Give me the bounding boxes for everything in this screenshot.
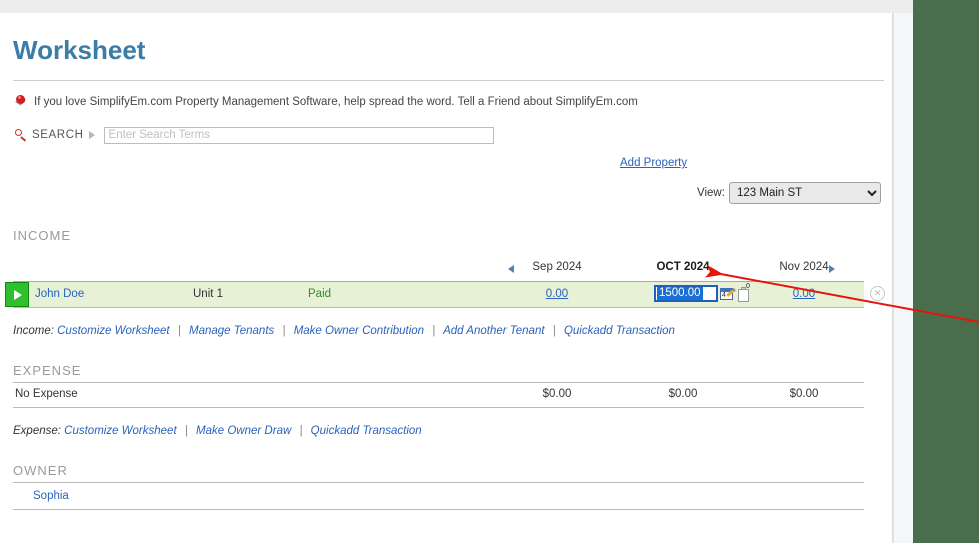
table-row: No Expense $0.00 $0.00 $0.00 xyxy=(13,383,864,408)
month-column-current: OCT 2024 xyxy=(638,261,728,273)
pushpin-icon xyxy=(13,95,28,110)
income-link-customize-worksheet[interactable]: Customize Worksheet xyxy=(57,325,169,337)
separator: | xyxy=(173,325,186,337)
current-month-amount-selected-text: 1500.00 xyxy=(657,287,703,300)
expense-link-make-owner-draw[interactable]: Make Owner Draw xyxy=(196,425,291,437)
separator: | xyxy=(277,325,290,337)
promo-text: If you love SimplifyEm.com Property Mana… xyxy=(34,96,638,108)
page-scrollbar-track-line xyxy=(893,13,894,543)
tenant-name-link[interactable]: John Doe xyxy=(35,288,84,300)
add-property-row: Add Property xyxy=(13,157,878,173)
triangle-right-icon xyxy=(14,290,22,300)
next-month-triangle-right-icon[interactable] xyxy=(829,265,835,273)
search-input[interactable] xyxy=(104,127,494,144)
expense-links-lead: Expense: xyxy=(13,425,61,437)
expense-link-quickadd-transaction[interactable]: Quickadd Transaction xyxy=(311,425,422,437)
separator: | xyxy=(294,425,307,437)
next-month-amount-link[interactable]: 0.00 xyxy=(759,288,849,300)
browser-top-strip xyxy=(0,0,913,13)
income-link-make-owner-contribution[interactable]: Make Owner Contribution xyxy=(294,325,424,337)
income-links-row: Income: Customize Worksheet | Manage Ten… xyxy=(13,325,878,341)
month-column-prev[interactable]: Sep 2024 xyxy=(512,261,602,273)
view-label: View: xyxy=(697,187,725,199)
search-bar: SEARCH xyxy=(13,125,878,145)
status-badge: Paid xyxy=(308,288,331,300)
month-header-row: Sep 2024 OCT 2024 Nov 2024 xyxy=(13,261,864,278)
search-expand-triangle-right-icon[interactable] xyxy=(89,131,95,139)
desktop-background-panel xyxy=(913,0,979,543)
expand-row-button[interactable] xyxy=(5,282,29,307)
page-scrollbar[interactable] xyxy=(893,13,913,543)
table-row: John Doe Unit 1 Paid 0.00 1500.00 4 0 0.… xyxy=(13,282,864,308)
property-select[interactable]: 123 Main ST xyxy=(729,182,881,204)
expense-section-heading: EXPENSE xyxy=(13,363,878,378)
expense-link-customize-worksheet[interactable]: Customize Worksheet xyxy=(64,425,176,437)
title-divider xyxy=(13,80,884,81)
income-link-manage-tenants[interactable]: Manage Tenants xyxy=(189,325,274,337)
owner-section-heading: OWNER xyxy=(13,463,878,478)
search-icon xyxy=(13,128,27,142)
owner-name-link[interactable]: Sophia xyxy=(33,490,69,502)
circle-x-icon[interactable]: ✕ xyxy=(870,286,885,301)
unit-label: Unit 1 xyxy=(193,288,223,300)
no-expense-label: No Expense xyxy=(15,388,78,400)
promo-banner: If you love SimplifyEm.com Property Mana… xyxy=(13,93,878,111)
income-links-lead: Income: xyxy=(13,325,54,337)
view-selector-row: View: 123 Main ST xyxy=(13,182,878,206)
month-column-next[interactable]: Nov 2024 xyxy=(759,261,849,273)
separator: | xyxy=(427,325,440,337)
income-section-heading: INCOME xyxy=(13,228,878,243)
expense-current-amount: $0.00 xyxy=(638,388,728,400)
page-right-border xyxy=(892,13,893,543)
expense-next-amount: $0.00 xyxy=(759,388,849,400)
calendar-edit-icon[interactable]: 4 xyxy=(720,286,735,301)
separator: | xyxy=(548,325,561,337)
note-count: 0 xyxy=(746,283,750,290)
separator: | xyxy=(180,425,193,437)
note-icon[interactable]: 0 xyxy=(737,286,751,302)
page-title: Worksheet xyxy=(13,35,878,66)
add-property-link[interactable]: Add Property xyxy=(620,157,687,169)
prev-month-amount-link[interactable]: 0.00 xyxy=(512,288,602,300)
income-link-add-another-tenant[interactable]: Add Another Tenant xyxy=(443,325,544,337)
expense-links-row: Expense: Customize Worksheet | Make Owne… xyxy=(13,425,878,441)
worksheet-page: Worksheet If you love SimplifyEm.com Pro… xyxy=(0,13,892,543)
table-row: Sophia xyxy=(13,483,864,510)
expense-prev-amount: $0.00 xyxy=(512,388,602,400)
search-label: SEARCH xyxy=(32,129,84,141)
income-link-quickadd-transaction[interactable]: Quickadd Transaction xyxy=(564,325,675,337)
